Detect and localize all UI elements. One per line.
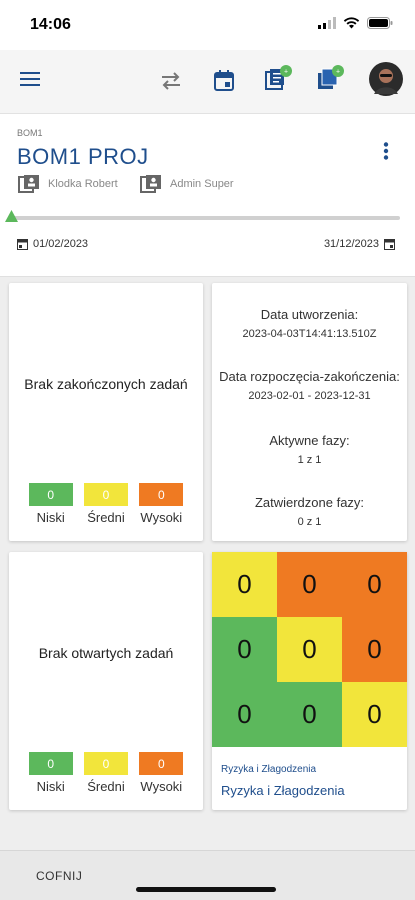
active-phases-info: Aktywne fazy: 1 z 1 <box>212 433 407 466</box>
open-tasks-message: Brak otwartych zadań <box>38 645 174 661</box>
legend-count: 0 <box>139 752 184 775</box>
signal-icon <box>318 17 336 29</box>
swap-icon[interactable] <box>160 72 182 90</box>
legend-label: Wysoki <box>140 510 183 525</box>
back-button[interactable]: COFNIJ <box>36 869 82 883</box>
project-owner-name: Admin Super <box>170 178 234 190</box>
svg-text:+: + <box>284 69 288 76</box>
legend-item-low: 0 Niski <box>26 483 76 525</box>
risk-cell[interactable]: 0 <box>212 682 277 747</box>
created-label: Data utworzenia: <box>260 307 359 322</box>
legend-item-low: 0 Niski <box>26 752 76 794</box>
project-manager: Klodka Robert <box>18 174 118 194</box>
person-card-icon <box>18 175 39 193</box>
legend-label: Średni <box>87 779 125 794</box>
created-info: Data utworzenia: 2023-04-03T14:41:13.510… <box>212 307 407 340</box>
calendar-icon <box>384 239 395 250</box>
project-owner: Admin Super <box>140 174 234 194</box>
project-header: BOM1 BOM1 PROJ Klodka Robert Admin Super… <box>0 114 415 277</box>
person-card-icon <box>140 175 161 193</box>
risk-matrix-card[interactable]: 0 0 0 0 0 0 0 0 0 Ryzyka i Złagodzenia R… <box>212 552 407 810</box>
documents-icon[interactable]: + <box>316 65 344 91</box>
task-list-icon[interactable]: + <box>264 65 292 91</box>
start-date-value: 01/02/2023 <box>33 238 89 250</box>
legend-count: 0 <box>83 483 128 506</box>
risk-cell[interactable]: 0 <box>212 552 277 617</box>
project-manager-name: Klodka Robert <box>48 178 118 190</box>
svg-text:+: + <box>336 69 340 76</box>
home-indicator[interactable] <box>136 887 276 892</box>
risk-cell[interactable]: 0 <box>277 617 342 682</box>
wifi-icon <box>343 17 360 29</box>
legend-label: Wysoki <box>140 779 183 794</box>
approved-phases-info: Zatwierdzone fazy: 0 z 1 <box>212 495 407 528</box>
created-value: 2023-04-03T14:41:13.510Z <box>242 328 377 340</box>
risk-caption: Ryzyka i Złagodzenia <box>221 783 345 798</box>
risk-cell[interactable]: 0 <box>277 682 342 747</box>
legend-item-medium: 0 Średni <box>81 483 131 525</box>
legend-count: 0 <box>83 752 128 775</box>
project-code: BOM1 <box>17 128 43 138</box>
open-tasks-card[interactable]: Brak otwartych zadań 0 Niski 0 Średni 0 … <box>9 552 203 810</box>
date-range-value: 2023-02-01 - 2023-12-31 <box>248 390 371 402</box>
active-phases-value: 1 z 1 <box>297 454 322 466</box>
risk-matrix: 0 0 0 0 0 0 0 0 0 <box>212 552 407 747</box>
date-range-label: Data rozpoczęcia-zakończenia: <box>219 369 400 384</box>
end-date-value: 31/12/2023 <box>323 238 379 250</box>
legend-count: 0 <box>28 483 73 506</box>
completed-tasks-legend: 0 Niski 0 Średni 0 Wysoki <box>9 483 203 525</box>
app-bar: + + <box>0 50 415 114</box>
more-options-icon[interactable] <box>383 142 389 160</box>
legend-label: Niski <box>36 779 65 794</box>
approved-phases-label: Zatwierdzone fazy: <box>254 495 365 510</box>
legend-item-high: 0 Wysoki <box>136 483 186 525</box>
status-bar: 14:06 <box>0 0 415 50</box>
active-phases-label: Aktywne fazy: <box>269 433 350 448</box>
timeline-marker-icon[interactable] <box>5 210 18 222</box>
end-date[interactable]: 31/12/2023 <box>324 238 395 250</box>
open-tasks-legend: 0 Niski 0 Średni 0 Wysoki <box>9 752 203 794</box>
risk-cell[interactable]: 0 <box>277 552 342 617</box>
project-title: BOM1 PROJ <box>17 144 149 169</box>
risk-cell[interactable]: 0 <box>342 617 407 682</box>
status-time: 14:06 <box>30 16 71 33</box>
battery-icon <box>367 17 393 29</box>
legend-count: 0 <box>28 752 73 775</box>
avatar[interactable] <box>369 62 403 96</box>
project-info-card: Data utworzenia: 2023-04-03T14:41:13.510… <box>212 283 407 541</box>
date-range-info: Data rozpoczęcia-zakończenia: 2023-02-01… <box>212 369 407 402</box>
legend-label: Niski <box>36 510 65 525</box>
approved-phases-value: 0 z 1 <box>297 516 322 528</box>
completed-tasks-card[interactable]: Brak zakończonych zadań 0 Niski 0 Średni… <box>9 283 203 541</box>
timeline-track <box>12 216 400 220</box>
legend-item-high: 0 Wysoki <box>136 752 186 794</box>
legend-count: 0 <box>139 483 184 506</box>
risk-cell[interactable]: 0 <box>212 617 277 682</box>
status-icons <box>318 17 393 29</box>
calendar-icon[interactable] <box>214 70 234 91</box>
legend-label: Średni <box>87 510 125 525</box>
calendar-icon <box>17 239 28 250</box>
bottom-bar: COFNIJ <box>0 850 415 900</box>
start-date[interactable]: 01/02/2023 <box>17 238 88 250</box>
risk-caption-small: Ryzyka i Złagodzenia <box>221 764 317 775</box>
legend-item-medium: 0 Średni <box>81 752 131 794</box>
completed-tasks-message: Brak zakończonych zadań <box>24 376 188 392</box>
risk-cell[interactable]: 0 <box>342 682 407 747</box>
menu-icon[interactable] <box>20 71 40 87</box>
risk-cell[interactable]: 0 <box>342 552 407 617</box>
